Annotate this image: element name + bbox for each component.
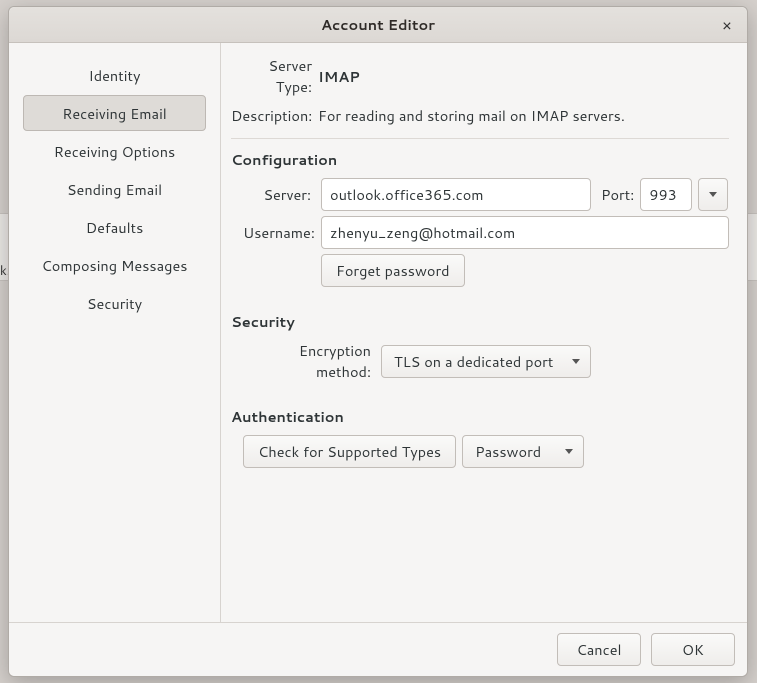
chevron-down-icon: [565, 449, 573, 454]
chevron-down-icon: [572, 359, 580, 364]
button-label: Forget password: [336, 260, 450, 281]
sidebar: Identity Receiving Email Receiving Optio…: [9, 43, 221, 622]
sidebar-item-label: Composing Messages: [42, 255, 188, 276]
server-input[interactable]: [321, 178, 591, 211]
close-icon: ×: [722, 14, 732, 37]
sidebar-item-label: Receiving Email: [62, 103, 167, 124]
sidebar-item-label: Defaults: [86, 217, 144, 238]
description-value: For reading and storing mail on IMAP ser…: [318, 105, 729, 126]
forget-password-button[interactable]: Forget password: [321, 254, 465, 287]
port-input[interactable]: [640, 178, 692, 211]
description-label: Description:: [231, 105, 318, 126]
dialog-footer: Cancel OK: [9, 622, 747, 676]
chevron-down-icon: [709, 192, 717, 197]
window-title: Account Editor: [321, 14, 435, 35]
configuration-heading: Configuration: [231, 138, 729, 170]
sidebar-item-label: Receiving Options: [54, 141, 176, 162]
content-pane: Server Type: IMAP Description: For readi…: [221, 43, 747, 622]
sidebar-item-label: Identity: [89, 65, 141, 86]
sidebar-item-receiving-options[interactable]: Receiving Options: [23, 133, 206, 169]
button-label: Cancel: [576, 639, 621, 660]
cancel-button[interactable]: Cancel: [557, 633, 641, 666]
titlebar: Account Editor ×: [9, 7, 747, 43]
close-button[interactable]: ×: [713, 11, 741, 39]
sidebar-item-sending-email[interactable]: Sending Email: [23, 171, 206, 207]
combo-value: Password: [475, 441, 541, 462]
sidebar-item-label: Security: [87, 293, 142, 314]
sidebar-item-identity[interactable]: Identity: [23, 57, 206, 93]
sidebar-item-composing-messages[interactable]: Composing Messages: [23, 247, 206, 283]
account-editor-dialog: Account Editor × Identity Receiving Emai…: [8, 6, 748, 677]
button-label: OK: [682, 639, 704, 660]
server-type-label: Server Type:: [231, 55, 318, 97]
server-type-value: IMAP: [318, 66, 729, 87]
combo-value: TLS on a dedicated port: [394, 351, 553, 372]
button-label: Check for Supported Types: [258, 441, 441, 462]
encryption-method-label: Encryption method:: [243, 340, 375, 382]
username-label: Username:: [243, 222, 315, 243]
sidebar-item-label: Sending Email: [67, 179, 162, 200]
authentication-heading: Authentication: [231, 396, 729, 427]
authentication-method-combo[interactable]: Password: [462, 435, 584, 468]
encryption-method-combo[interactable]: TLS on a dedicated port: [381, 345, 591, 378]
sidebar-item-security[interactable]: Security: [23, 285, 206, 321]
security-heading: Security: [231, 301, 729, 332]
server-label: Server:: [243, 184, 315, 205]
check-supported-types-button[interactable]: Check for Supported Types: [243, 435, 456, 468]
username-input[interactable]: [321, 216, 729, 249]
sidebar-item-defaults[interactable]: Defaults: [23, 209, 206, 245]
port-dropdown-button[interactable]: [698, 178, 728, 211]
sidebar-item-receiving-email[interactable]: Receiving Email: [23, 95, 206, 131]
ok-button[interactable]: OK: [651, 633, 735, 666]
port-label: Port:: [597, 184, 634, 205]
